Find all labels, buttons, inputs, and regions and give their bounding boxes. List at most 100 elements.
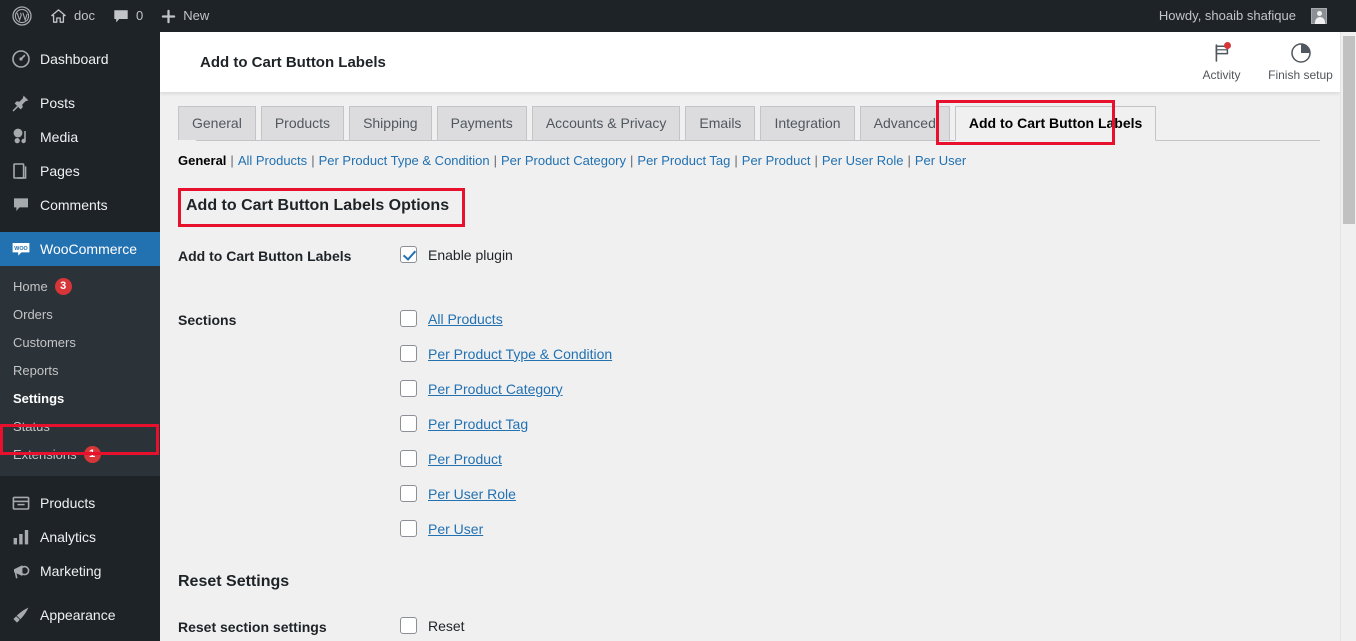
extensions-count-badge: 1 xyxy=(83,445,101,463)
activity-button[interactable]: Activity xyxy=(1182,32,1261,92)
section-all-products-line[interactable]: All Products xyxy=(400,310,1078,327)
section-per-product-category-checkbox[interactable] xyxy=(400,380,417,397)
sidebar-subitem-status[interactable]: Status xyxy=(0,412,160,440)
section-subnav: General | All Products | Per Product Typ… xyxy=(160,141,1340,168)
new-content-menu[interactable]: New xyxy=(152,0,218,32)
sidebar-separator xyxy=(0,476,160,486)
section-per-user-link[interactable]: Per User xyxy=(428,521,483,537)
sidebar-item-woocommerce[interactable]: WOO WooCommerce xyxy=(0,232,160,266)
subnav-item-per-user-role[interactable]: Per User Role xyxy=(822,153,904,168)
options-heading: Add to Cart Button Labels Options xyxy=(186,197,450,214)
sections-field: All Products Per Product Type & Conditio… xyxy=(400,302,1078,537)
section-per-product-tag-link[interactable]: Per Product Tag xyxy=(428,416,528,432)
sidebar-item-label: WooCommerce xyxy=(40,241,137,257)
subnav-separator: | xyxy=(311,153,315,168)
sidebar-item-label: Media xyxy=(40,129,79,145)
comment-bubble-icon xyxy=(14,198,28,211)
subnav-item-per-product-category[interactable]: Per Product Category xyxy=(501,153,626,168)
sidebar-subitem-label: Reports xyxy=(13,362,59,378)
finish-setup-label: Finish setup xyxy=(1268,68,1333,82)
activity-label: Activity xyxy=(1202,68,1241,82)
section-per-user-role-line[interactable]: Per User Role xyxy=(400,485,1078,502)
enable-plugin-checkbox[interactable] xyxy=(400,246,417,263)
sidebar-item-appearance[interactable]: Appearance xyxy=(0,598,160,632)
section-per-user-line[interactable]: Per User xyxy=(400,520,1078,537)
sidebar-subitem-home[interactable]: Home 3 xyxy=(0,272,160,300)
subnav-item-per-user[interactable]: Per User xyxy=(915,153,966,168)
home-icon xyxy=(51,8,66,23)
section-per-product-type-condition-line[interactable]: Per Product Type & Condition xyxy=(400,345,1078,362)
home-count-badge: 3 xyxy=(54,277,72,295)
my-account-menu[interactable]: Howdy, shoaib shafique xyxy=(1150,0,1336,32)
section-per-product-type-condition-checkbox[interactable] xyxy=(400,345,417,362)
tab-payments[interactable]: Payments xyxy=(436,106,527,140)
sidebar-subitem-customers[interactable]: Customers xyxy=(0,328,160,356)
sidebar-item-label: Appearance xyxy=(40,607,116,623)
section-per-user-role-link[interactable]: Per User Role xyxy=(428,486,516,502)
section-per-user-role-checkbox[interactable] xyxy=(400,485,417,502)
section-all-products-link[interactable]: All Products xyxy=(428,311,503,327)
sidebar-item-posts[interactable]: Posts xyxy=(0,86,160,120)
pin-icon xyxy=(12,95,29,112)
user-avatar-icon xyxy=(1311,8,1327,24)
subnav-item-all-products[interactable]: All Products xyxy=(238,153,307,168)
site-name-menu[interactable]: doc xyxy=(41,0,104,32)
subnav-separator: | xyxy=(734,153,738,168)
sidebar-subitem-reports[interactable]: Reports xyxy=(0,356,160,384)
reset-checkbox[interactable] xyxy=(400,617,417,634)
subnav-separator: | xyxy=(493,153,497,168)
tab-emails[interactable]: Emails xyxy=(685,106,756,140)
page-scrollbar-thumb[interactable] xyxy=(1343,36,1355,224)
sidebar-item-pages[interactable]: Pages xyxy=(0,154,160,188)
subnav-item-per-product-type-condition[interactable]: Per Product Type & Condition xyxy=(319,153,490,168)
subnav-item-per-product-tag[interactable]: Per Product Tag xyxy=(637,153,730,168)
bar-chart-icon xyxy=(13,530,29,545)
section-per-product-category-link[interactable]: Per Product Category xyxy=(428,381,563,397)
enable-plugin-checkbox-line[interactable]: Enable plugin xyxy=(400,246,1078,263)
plus-icon xyxy=(161,9,176,23)
section-per-product-category-line[interactable]: Per Product Category xyxy=(400,380,1078,397)
sidebar-item-label: Products xyxy=(40,495,96,511)
sidebar-subitem-settings[interactable]: Settings xyxy=(0,384,160,412)
reset-section-settings-row: Reset section settings Reset xyxy=(178,617,1078,635)
finish-setup-button[interactable]: Finish setup xyxy=(1261,32,1340,92)
section-per-product-link[interactable]: Per Product xyxy=(428,451,502,467)
sidebar-subitem-label: Orders xyxy=(13,306,53,322)
admin-bar: doc 0 New Howdy, shoaib shafique xyxy=(0,0,1340,32)
section-all-products-checkbox[interactable] xyxy=(400,310,417,327)
page-scrollbar-track[interactable] xyxy=(1340,32,1356,641)
tab-integration[interactable]: Integration xyxy=(760,106,855,140)
tab-add-to-cart-button-labels[interactable]: Add to Cart Button Labels xyxy=(954,106,1157,141)
dashboard-icon xyxy=(12,50,30,68)
pages-icon xyxy=(13,163,27,179)
sidebar-item-comments[interactable]: Comments xyxy=(0,188,160,222)
sidebar-subitem-orders[interactable]: Orders xyxy=(0,300,160,328)
tab-general[interactable]: General xyxy=(178,106,256,140)
tab-shipping[interactable]: Shipping xyxy=(349,106,432,140)
section-per-product-tag-line[interactable]: Per Product Tag xyxy=(400,415,1078,432)
tab-products[interactable]: Products xyxy=(260,106,345,140)
section-per-product-line[interactable]: Per Product xyxy=(400,450,1078,467)
sidebar-item-analytics[interactable]: Analytics xyxy=(0,520,160,554)
sidebar-item-label: Posts xyxy=(40,95,76,111)
wordpress-logo-menu[interactable] xyxy=(3,0,41,32)
section-per-user-checkbox[interactable] xyxy=(400,520,417,537)
sidebar-subitem-label: Status xyxy=(13,418,50,434)
sidebar-item-products[interactable]: Products xyxy=(0,486,160,520)
sidebar-subitem-extensions[interactable]: Extensions 1 xyxy=(0,440,160,468)
comments-menu[interactable]: 0 xyxy=(104,0,152,32)
sidebar-item-marketing[interactable]: Marketing xyxy=(0,554,160,588)
reset-checkbox-line[interactable]: Reset xyxy=(400,617,1078,634)
tab-accounts-privacy[interactable]: Accounts & Privacy xyxy=(531,106,681,140)
section-per-product-type-condition-link[interactable]: Per Product Type & Condition xyxy=(428,346,612,362)
sidebar-item-dashboard[interactable]: Dashboard xyxy=(0,42,160,76)
admin-bar-left: doc 0 New xyxy=(0,0,218,32)
section-per-product-checkbox[interactable] xyxy=(400,450,417,467)
sidebar-separator xyxy=(0,76,160,86)
sidebar-item-media[interactable]: Media xyxy=(0,120,160,154)
subnav-item-general[interactable]: General xyxy=(178,153,226,168)
section-per-product-tag-checkbox[interactable] xyxy=(400,415,417,432)
subnav-item-per-product[interactable]: Per Product xyxy=(742,153,811,168)
tab-advanced[interactable]: Advanced xyxy=(859,106,950,140)
megaphone-icon xyxy=(14,565,30,579)
